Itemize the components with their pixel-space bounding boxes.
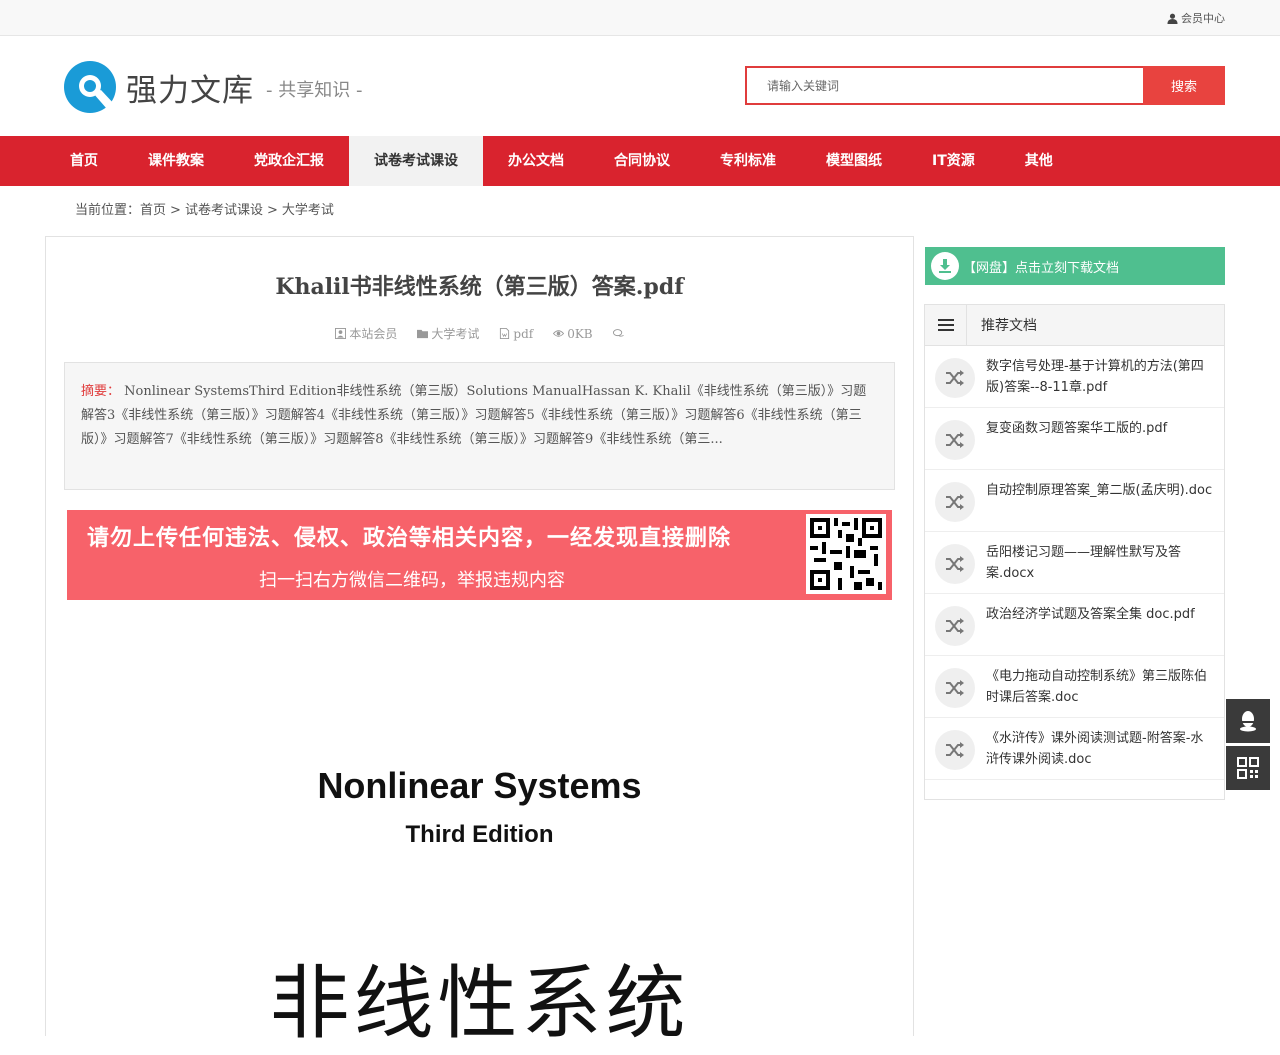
- breadcrumb-university[interactable]: 大学考试: [282, 203, 334, 218]
- list-item[interactable]: 数字信号处理-基于计算机的方法(第四版)答案--8-11章.pdf: [925, 346, 1224, 408]
- breadcrumb-exam[interactable]: 试卷考试课设: [185, 203, 263, 218]
- document-meta: 本站会员 大学考试 pdf 0KB: [46, 325, 913, 342]
- nav-item-model[interactable]: 模型图纸: [801, 136, 907, 186]
- top-bar: 会员中心: [0, 0, 1280, 36]
- list-item[interactable]: 《水浒传》课外阅读测试题-附答案-水浒传课外阅读.doc: [925, 718, 1224, 780]
- recommended-doc-title: 《电力拖动自动控制系统》第三版陈伯时课后答案.doc: [986, 669, 1208, 705]
- summary-text: Nonlinear SystemsThird Edition非线性系统（第三版）…: [81, 384, 867, 447]
- shuffle-icon: [935, 482, 975, 522]
- search-bar: 搜索: [745, 66, 1225, 105]
- search-input[interactable]: [745, 66, 1143, 105]
- meta-size-label: 0KB: [567, 326, 593, 341]
- document-title: Khalil书非线性系统（第三版）答案.pdf: [275, 274, 684, 300]
- preview-chinese-title: 非线性系统: [269, 957, 690, 1050]
- document-summary: 摘要： Nonlinear SystemsThird Edition非线性系统（…: [64, 362, 895, 490]
- nav-item-home[interactable]: 首页: [45, 136, 123, 186]
- nav-item-other[interactable]: 其他: [1000, 136, 1078, 186]
- document-panel: Khalil书非线性系统（第三版）答案.pdf 本站会员 大学考试 pdf 0K…: [45, 236, 914, 1050]
- header: 强力文库 - 共享知识 - 搜索: [0, 36, 1280, 136]
- main-nav: 首页 课件教案 党政企汇报 试卷考试课设 办公文档 合同协议 专利标准 模型图纸…: [0, 136, 1280, 186]
- folder-icon: [417, 329, 429, 339]
- qq-icon: [1240, 711, 1256, 732]
- summary-label: 摘要：: [81, 384, 121, 399]
- list-item[interactable]: 《电力拖动自动控制系统》第三版陈伯时课后答案.doc: [925, 656, 1224, 718]
- nav-item-courseware[interactable]: 课件教案: [123, 136, 229, 186]
- member-center-label: 会员中心: [1181, 12, 1225, 25]
- meta-category[interactable]: 大学考试: [417, 325, 479, 342]
- list-item[interactable]: 岳阳楼记习题——理解性默写及答案.docx: [925, 532, 1224, 594]
- recommended-panel: 推荐文档 数字信号处理-基于计算机的方法(第四版)答案--8-11章.pdf 复…: [924, 304, 1225, 800]
- comments-icon: [612, 329, 624, 337]
- preview-title: Nonlinear Systems: [317, 765, 642, 806]
- recommended-doc-title: 岳阳楼记习题——理解性默写及答案.docx: [986, 545, 1182, 581]
- recommended-doc-title: 自动控制原理答案_第二版(孟庆明).doc: [986, 483, 1213, 498]
- recommended-header: 推荐文档: [925, 305, 1224, 346]
- shuffle-icon: [935, 544, 975, 584]
- download-button[interactable]: 【网盘】点击立刻下载文档: [925, 247, 1225, 285]
- member-center-link[interactable]: 会员中心: [1167, 10, 1225, 26]
- logo-tagline: - 共享知识 -: [266, 80, 363, 101]
- qrcode-button[interactable]: [1226, 746, 1270, 790]
- qrcode-icon: [1237, 757, 1259, 779]
- breadcrumb-separator: >: [266, 203, 278, 218]
- nav-item-office[interactable]: 办公文档: [483, 136, 589, 186]
- user-card-icon: [335, 328, 347, 339]
- meta-format-label: pdf: [513, 326, 534, 341]
- recommended-doc-title: 政治经济学试题及答案全集 doc.pdf: [986, 607, 1195, 622]
- warning-line-2: 扫一扫右方微信二维码，举报违规内容: [259, 570, 565, 591]
- breadcrumb-prefix: 当前位置：: [75, 203, 141, 218]
- nav-item-report[interactable]: 党政企汇报: [229, 136, 349, 186]
- breadcrumb-home[interactable]: 首页: [140, 203, 166, 218]
- list-menu-icon: [925, 305, 967, 345]
- shuffle-icon: [935, 358, 975, 398]
- breadcrumb: 当前位置：首页 > 试卷考试课设 > 大学考试: [0, 186, 1280, 236]
- warning-line-1: 请勿上传任何违法、侵权、政治等相关内容，一经发现直接删除: [87, 526, 732, 551]
- meta-author-label: 本站会员: [349, 327, 398, 341]
- logo-q-icon: [63, 60, 117, 114]
- meta-comments[interactable]: [612, 325, 624, 342]
- download-icon: [931, 252, 959, 280]
- nav-item-exam[interactable]: 试卷考试课设: [349, 136, 483, 186]
- meta-size: 0KB: [553, 325, 593, 342]
- logo-text: 强力文库: [126, 72, 254, 109]
- preview-edition: Third Edition: [405, 821, 554, 848]
- site-logo[interactable]: 强力文库 - 共享知识 -: [63, 60, 362, 114]
- meta-format: pdf: [499, 325, 533, 342]
- file-icon: [500, 328, 510, 339]
- nav-item-it[interactable]: IT资源: [907, 136, 1000, 186]
- list-item[interactable]: 政治经济学试题及答案全集 doc.pdf: [925, 594, 1224, 656]
- nav-item-contract[interactable]: 合同协议: [589, 136, 695, 186]
- list-item[interactable]: 自动控制原理答案_第二版(孟庆明).doc: [925, 470, 1224, 532]
- meta-author[interactable]: 本站会员: [335, 325, 397, 342]
- shuffle-icon: [935, 668, 975, 708]
- recommended-doc-title: 数字信号处理-基于计算机的方法(第四版)答案--8-11章.pdf: [986, 359, 1204, 395]
- user-icon: [1167, 13, 1178, 24]
- warning-banner: 请勿上传任何违法、侵权、政治等相关内容，一经发现直接删除 扫一扫右方微信二维码，…: [67, 510, 892, 600]
- nav-item-patent[interactable]: 专利标准: [695, 136, 801, 186]
- download-label: 【网盘】点击立刻下载文档: [963, 260, 1120, 276]
- shuffle-icon: [935, 420, 975, 460]
- recommended-doc-title: 复变函数习题答案华工版的.pdf: [986, 421, 1168, 436]
- meta-category-label: 大学考试: [431, 327, 480, 341]
- eye-icon: [553, 330, 565, 337]
- document-preview: Nonlinear Systems Third Edition 非线性系统: [46, 737, 913, 1050]
- list-item[interactable]: 复变函数习题答案华工版的.pdf: [925, 408, 1224, 470]
- qq-contact-button[interactable]: [1226, 699, 1270, 743]
- wechat-qrcode-icon[interactable]: [806, 514, 886, 594]
- recommended-title: 推荐文档: [981, 318, 1037, 334]
- shuffle-icon: [935, 606, 975, 646]
- search-button[interactable]: 搜索: [1143, 66, 1225, 105]
- shuffle-icon: [935, 730, 975, 770]
- breadcrumb-separator: >: [170, 203, 181, 218]
- recommended-doc-title: 《水浒传》课外阅读测试题-附答案-水浒传课外阅读.doc: [986, 731, 1204, 767]
